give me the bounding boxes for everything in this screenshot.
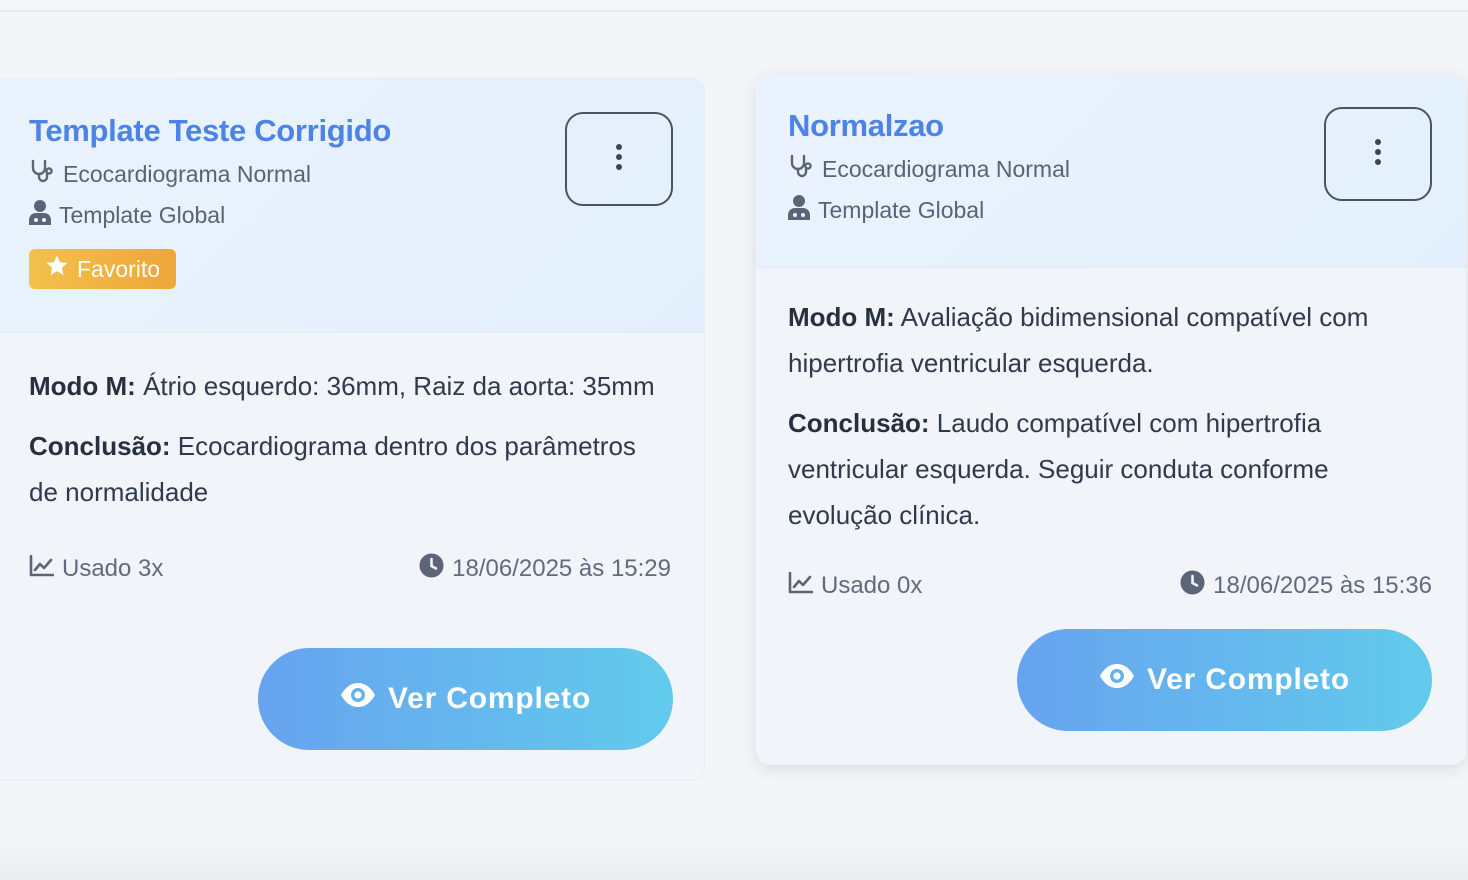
usage-count-label: Usado 0x bbox=[821, 572, 923, 599]
card-header: Normalzao Ecocardiograma Normal Template… bbox=[756, 74, 1466, 268]
clock-icon bbox=[1180, 570, 1205, 602]
card-menu-button[interactable] bbox=[565, 112, 673, 206]
card-footer: Usado 3x 18/06/2025 às 15:29 bbox=[29, 549, 671, 589]
exam-type-label: Ecocardiograma Normal bbox=[822, 155, 1070, 182]
card-content: Modo M: Átrio esquerdo: 36mm, Raiz da ao… bbox=[0, 333, 704, 515]
vertical-ellipsis-icon bbox=[1374, 138, 1382, 171]
usage-count: Usado 0x bbox=[788, 571, 923, 601]
created-date: 18/06/2025 às 15:29 bbox=[419, 553, 671, 585]
favorite-badge-label: Favorito bbox=[77, 255, 161, 282]
created-date: 18/06/2025 às 15:36 bbox=[1180, 570, 1432, 602]
user-doctor-icon bbox=[29, 199, 51, 231]
view-full-label: Ver Completo bbox=[1147, 663, 1350, 696]
eye-icon bbox=[1099, 663, 1135, 697]
section-text: Átrio esquerdo: 36mm, Raiz da aorta: 35m… bbox=[135, 371, 655, 401]
template-scope-label: Template Global bbox=[59, 201, 226, 228]
created-date-label: 18/06/2025 às 15:36 bbox=[1213, 572, 1432, 599]
content-section: Conclusão: Ecocardiograma dentro dos par… bbox=[29, 423, 664, 515]
clock-icon bbox=[419, 553, 444, 585]
view-full-button[interactable]: Ver Completo bbox=[1017, 629, 1432, 731]
template-card: Template Teste Corrigido Ecocardiograma … bbox=[0, 78, 705, 781]
favorite-badge: Favorito bbox=[29, 249, 177, 289]
section-label: Modo M: bbox=[29, 371, 136, 401]
created-date-label: 18/06/2025 às 15:29 bbox=[452, 555, 671, 582]
vertical-ellipsis-icon bbox=[615, 143, 623, 176]
line-chart-icon bbox=[788, 571, 814, 601]
section-label: Conclusão: bbox=[788, 408, 930, 438]
usage-count-label: Usado 3x bbox=[62, 555, 164, 582]
top-divider bbox=[0, 0, 1468, 12]
card-content: Modo M: Avaliação bidimensional compatív… bbox=[756, 268, 1466, 538]
card-menu-button[interactable] bbox=[1324, 107, 1432, 201]
view-full-label: Ver Completo bbox=[388, 682, 591, 715]
template-card: Normalzao Ecocardiograma Normal Template… bbox=[756, 74, 1466, 765]
section-label: Modo M: bbox=[788, 302, 895, 332]
card-footer: Usado 0x 18/06/2025 às 15:36 bbox=[788, 566, 1432, 606]
stethoscope-icon bbox=[788, 153, 814, 185]
view-full-button[interactable]: Ver Completo bbox=[258, 648, 673, 750]
card-header: Template Teste Corrigido Ecocardiograma … bbox=[0, 79, 704, 333]
star-icon bbox=[45, 254, 69, 284]
user-doctor-icon bbox=[788, 194, 810, 226]
section-label: Conclusão: bbox=[29, 431, 171, 461]
line-chart-icon bbox=[29, 554, 55, 584]
eye-icon bbox=[340, 682, 376, 716]
stethoscope-icon bbox=[29, 158, 55, 190]
content-section: Conclusão: Laudo compatível com hipertro… bbox=[788, 400, 1432, 538]
exam-type-label: Ecocardiograma Normal bbox=[63, 160, 311, 187]
bottom-edge bbox=[0, 840, 1468, 880]
content-section: Modo M: Avaliação bidimensional compatív… bbox=[788, 294, 1432, 386]
usage-count: Usado 3x bbox=[29, 554, 164, 584]
content-section: Modo M: Átrio esquerdo: 36mm, Raiz da ao… bbox=[29, 363, 664, 409]
template-scope-label: Template Global bbox=[818, 196, 985, 223]
